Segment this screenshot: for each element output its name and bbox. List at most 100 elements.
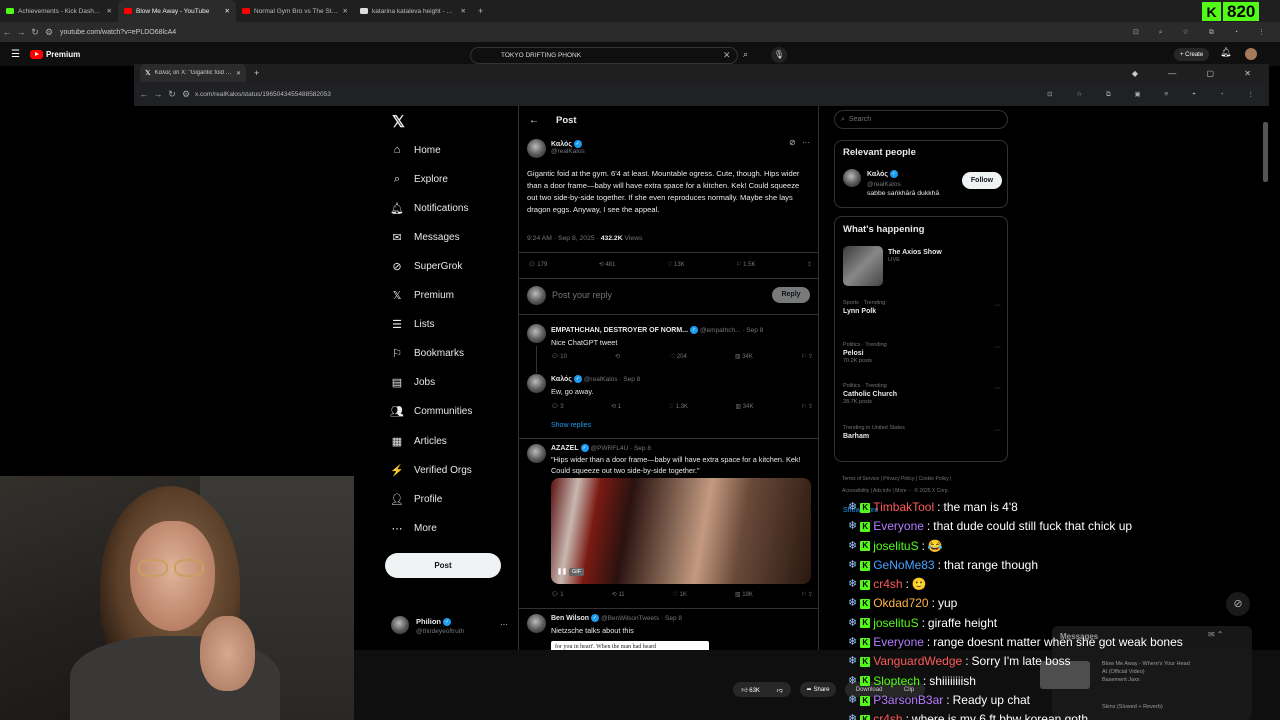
menu-icon[interactable]: ☰ — [11, 49, 20, 60]
inner-tab-x[interactable]: 𝕏 Καλός on X: "Gigantic foid at th... ✕ — [140, 64, 246, 82]
close-tab-icon[interactable]: ✕ — [236, 70, 241, 77]
chat-username[interactable]: P3arsonB3ar — [873, 691, 943, 710]
nav-item-bookmarks[interactable]: ⚐ Bookmarks — [390, 344, 464, 364]
inner-url[interactable]: x.com/realKalos/status/19650434554885820… — [195, 91, 331, 98]
pause-icon[interactable]: ❚❚ — [557, 568, 567, 575]
share-icon[interactable]: ⇪ — [807, 261, 812, 268]
outer-tab[interactable]: Achievements - Kick Dashboard ✕ — [0, 0, 118, 22]
reply-action[interactable]: 💬︎ 179 — [528, 261, 547, 268]
youtube-avatar[interactable] — [1245, 48, 1257, 60]
reply-action[interactable]: 💬︎ 1 — [551, 591, 564, 598]
reply-gif-media[interactable]: ❚❚ GIF — [551, 478, 811, 584]
youtube-search-input[interactable]: TOKYO DRIFTING PHONK ✕ — [470, 47, 738, 64]
nav-item-messages[interactable]: ✉ Messages — [390, 227, 459, 247]
like-action[interactable]: ♡ 1.3K — [669, 403, 688, 410]
inner-reload-icon[interactable]: ↻ — [165, 89, 179, 100]
new-tab-icon[interactable]: + — [478, 6, 483, 16]
youtube-search-icon[interactable]: ⌕ — [743, 49, 748, 60]
trend-more-icon[interactable]: ··· — [994, 385, 1001, 392]
chat-username[interactable]: cr4sh — [873, 710, 902, 720]
follow-button[interactable]: Follow — [962, 172, 1002, 189]
author-avatar[interactable] — [527, 139, 546, 158]
reply-header[interactable]: Καλός ✓ @realKalos · Sep 8 — [551, 375, 640, 383]
like-action[interactable]: ♡ 204 — [670, 353, 687, 360]
quoted-image[interactable]: for you in heart'. When the man had hear… — [551, 641, 709, 650]
more-options-icon[interactable]: ··· — [802, 138, 810, 147]
nav-item-notifications[interactable]: 🔔︎ Notifications — [390, 198, 468, 218]
repost-action[interactable]: ⟲ 11 — [612, 591, 625, 598]
browser-toolbar-icons[interactable]: ⊡ ⌕ ☆ ⧉ ◔ ⋮ — [1133, 28, 1280, 37]
account-avatar[interactable] — [391, 616, 409, 634]
reply-avatar[interactable] — [527, 374, 546, 393]
reply-header[interactable]: AZAZEL ✓ @PWRFL4U · Sep 8 — [551, 444, 651, 452]
chat-username[interactable]: Okdad720 — [873, 594, 928, 613]
show-replies-link[interactable]: Show replies — [551, 422, 591, 429]
bookmark-action[interactable]: ⚐ ⇪ — [801, 353, 813, 360]
nav-item-articles[interactable]: ▦ Articles — [390, 431, 447, 451]
outer-tab[interactable]: Blow Me Away - YouTube ✕ — [118, 0, 236, 22]
voice-search-icon[interactable]: 🎙︎ — [771, 47, 787, 63]
reply-action[interactable]: 💬︎ 3 — [551, 403, 564, 410]
nav-item-jobs[interactable]: ▤ Jobs — [390, 373, 435, 393]
views-action[interactable]: ▥ 34K — [735, 403, 753, 410]
chat-username[interactable]: Sloptech — [873, 672, 920, 691]
nav-item-premium[interactable]: 𝕏 Premium — [390, 286, 454, 306]
reply-avatar[interactable] — [527, 324, 546, 343]
bookmark-action[interactable]: ⚐ 1.5K — [736, 261, 755, 268]
reload-icon[interactable]: ↻ — [28, 27, 42, 38]
chat-username[interactable]: TimbakTool — [873, 498, 934, 517]
views-action[interactable]: ▥ 34K — [735, 353, 753, 360]
trend-more-icon[interactable]: ··· — [994, 344, 1001, 351]
reply-header[interactable]: EMPATHCHAN, DESTROYER OF NORM... ✓ @empa… — [551, 326, 813, 334]
nav-item-communities[interactable]: 👥︎ Communities — [390, 402, 472, 422]
new-tab-icon[interactable]: + — [254, 68, 259, 78]
live-event[interactable]: The Axios Show LIVE — [888, 249, 942, 263]
nav-item-lists[interactable]: ☰ Lists — [390, 315, 435, 335]
x-search-input[interactable]: ⌕ Search — [834, 110, 1008, 129]
trend-item[interactable]: Sports · Trending Lynn Polk ··· — [843, 300, 1001, 316]
nav-item-explore[interactable]: ⌕ Explore — [390, 169, 448, 189]
inner-scrollbar[interactable] — [1263, 122, 1268, 182]
chat-username[interactable]: GeNoMe83 — [873, 556, 934, 575]
chat-username[interactable]: Everyone — [873, 517, 924, 536]
chat-username[interactable]: joselituS — [873, 614, 918, 633]
window-controls[interactable]: ◆ — ▢ ✕ — [1132, 69, 1269, 78]
trend-item[interactable]: Trending in United States Barham ··· — [843, 425, 1001, 441]
bookmark-action[interactable]: ⚐ ⇪ — [801, 591, 813, 598]
person-avatar[interactable] — [843, 169, 861, 187]
nav-item-home[interactable]: ⌂ Home — [390, 140, 441, 160]
nav-item-more[interactable]: ⋯ More — [390, 518, 437, 538]
trend-item[interactable]: Politics · Trending Pelosi 70.2K posts ··· — [843, 342, 1001, 364]
outer-tab[interactable]: Normal Gym Bro vs The Strong... ✕ — [236, 0, 354, 22]
account-switcher[interactable]: Philion ✓ @thirdeyeoftruth — [416, 617, 464, 635]
inner-toolbar-icons[interactable]: ⊡ ☆ ⧉ ▣ ≡ ◓ ◔ ⋮ — [1047, 90, 1269, 99]
chat-username[interactable]: Everyone — [873, 633, 924, 652]
repost-action[interactable]: ⟲ — [615, 353, 622, 360]
author-block[interactable]: Καλός ✓ @realKalos — [551, 140, 585, 155]
reply-action[interactable]: 💬︎ 10 — [551, 353, 567, 360]
like-action[interactable]: ♡ 1K — [673, 591, 687, 598]
repost-action[interactable]: ⟲ 1 — [611, 403, 621, 410]
chat-username[interactable]: VanguardWedge — [873, 652, 962, 671]
nav-item-verified-orgs[interactable]: ⚡ Verified Orgs — [390, 460, 472, 480]
live-thumbnail[interactable] — [843, 246, 883, 286]
close-tab-icon[interactable]: ✕ — [461, 7, 466, 15]
nav-item-profile[interactable]: 👤︎ Profile — [390, 489, 442, 509]
chat-username[interactable]: joselituS — [873, 537, 918, 556]
forward-icon[interactable]: → — [14, 27, 28, 37]
trend-more-icon[interactable]: ··· — [994, 302, 1001, 309]
clear-search-icon[interactable]: ✕ — [723, 50, 731, 61]
inner-forward-icon[interactable]: → — [151, 89, 165, 99]
inner-back-icon[interactable]: ← — [137, 89, 151, 99]
person-info[interactable]: Καλός ✓ @realKalos sabbe saṅkhārā dukkhā — [867, 170, 939, 199]
close-tab-icon[interactable]: ✕ — [107, 7, 112, 15]
x-footer-links[interactable]: Terms of Service | Privacy Policy | Cook… — [842, 473, 951, 497]
trend-item[interactable]: Politics · Trending Catholic Church 28.7K … — [843, 383, 1001, 405]
reply-input[interactable]: Post your reply — [552, 290, 612, 300]
share-button[interactable]: ➦ Share — [800, 682, 836, 697]
account-more-icon[interactable]: ··· — [500, 620, 508, 629]
post-button[interactable]: Post — [385, 553, 501, 578]
repost-action[interactable]: ⟲ 481 — [599, 261, 616, 268]
like-action[interactable]: ♡ 13K — [667, 261, 685, 268]
bookmark-action[interactable]: ⚐ ⇪ — [801, 403, 813, 410]
